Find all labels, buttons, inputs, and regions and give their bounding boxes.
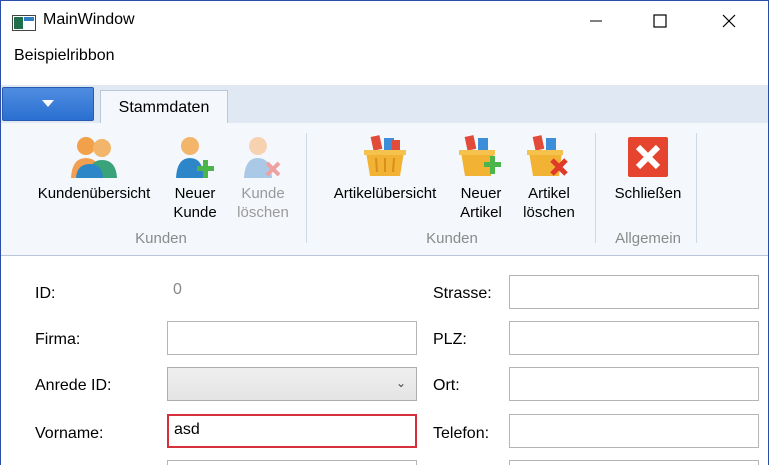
- customer-overview-button[interactable]: Kundenübersicht: [26, 134, 162, 203]
- group-separator: [595, 133, 596, 243]
- telefon-input[interactable]: [509, 414, 759, 448]
- delete-customer-icon: [244, 137, 281, 178]
- strasse-input[interactable]: [509, 275, 759, 309]
- title-bar: MainWindow: [1, 1, 768, 41]
- customer-overview-label: Kundenübersicht: [37, 185, 151, 202]
- customers-icon: [71, 137, 117, 178]
- next-row-input[interactable]: [509, 460, 759, 465]
- new-article-label-1: Neuer: [460, 185, 502, 202]
- close-red-icon: [628, 137, 668, 177]
- plz-input[interactable]: [509, 321, 759, 355]
- group-separator: [306, 133, 307, 243]
- vorname-label: Vorname:: [35, 425, 104, 442]
- vorname-input[interactable]: asd: [167, 414, 417, 448]
- telefon-label: Telefon:: [433, 425, 490, 442]
- close-app-label: Schließen: [614, 185, 682, 202]
- close-icon: [722, 14, 736, 28]
- article-overview-button[interactable]: Artikelübersicht: [321, 134, 449, 203]
- anrede-label: Anrede ID:: [35, 377, 112, 394]
- group-separator: [696, 133, 697, 243]
- dropdown-arrow-icon: [42, 100, 54, 107]
- delete-customer-label-2: löschen: [237, 204, 289, 221]
- menu-label[interactable]: Beispielribbon: [14, 47, 115, 65]
- plz-label: PLZ:: [433, 331, 467, 348]
- group-label-kunden-1: Kunden: [135, 230, 187, 247]
- group-label-allgemein: Allgemein: [615, 230, 681, 247]
- chevron-down-icon: ⌄: [395, 376, 406, 390]
- id-label: ID:: [35, 285, 56, 302]
- maximize-icon: [653, 14, 667, 28]
- ort-input[interactable]: [509, 367, 759, 401]
- article-overview-label: Artikelübersicht: [333, 185, 437, 202]
- close-button[interactable]: [701, 1, 757, 41]
- new-article-label-2: Artikel: [460, 204, 502, 221]
- basket-icon: [364, 135, 406, 176]
- next-row-input[interactable]: [167, 460, 417, 465]
- new-customer-label-2: Kunde: [173, 204, 217, 221]
- window-app-icon: [12, 15, 36, 31]
- new-article-button[interactable]: Neuer Artikel: [453, 134, 509, 222]
- strasse-label: Strasse:: [433, 285, 492, 302]
- tab-stammdaten[interactable]: Stammdaten: [100, 90, 228, 124]
- minimize-button[interactable]: [568, 1, 624, 41]
- window-title: MainWindow: [43, 11, 135, 28]
- application-menu-button[interactable]: [2, 87, 94, 121]
- ort-label: Ort:: [433, 377, 460, 394]
- delete-customer-button[interactable]: Kunde löschen: [233, 134, 293, 222]
- new-customer-button[interactable]: Neuer Kunde: [167, 134, 223, 222]
- main-window: MainWindow Beispielribbon Stammdaten Kun…: [0, 0, 769, 465]
- delete-article-label-1: Artikel: [528, 185, 570, 202]
- group-label-kunden-2: Kunden: [426, 230, 478, 247]
- new-customer-label-1: Neuer: [174, 185, 216, 202]
- firma-input[interactable]: [167, 321, 417, 355]
- minimize-icon: [590, 20, 602, 22]
- maximize-button[interactable]: [632, 1, 688, 41]
- id-value: 0: [173, 281, 182, 298]
- anrede-combobox[interactable]: ⌄: [167, 367, 417, 401]
- delete-article-icon: [527, 135, 568, 176]
- add-customer-icon: [176, 137, 214, 178]
- close-app-button[interactable]: Schließen: [605, 134, 691, 203]
- delete-article-button[interactable]: Artikel löschen: [516, 134, 582, 222]
- firma-label: Firma:: [35, 331, 81, 348]
- delete-customer-label-1: Kunde: [241, 185, 285, 202]
- delete-article-label-2: löschen: [523, 204, 575, 221]
- add-article-icon: [459, 135, 501, 176]
